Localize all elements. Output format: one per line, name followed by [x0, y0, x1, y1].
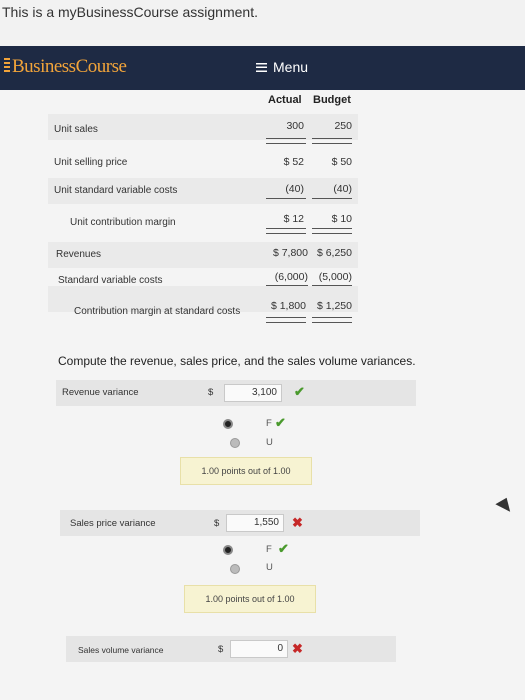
sales-volume-variance-label: Sales volume variance: [78, 645, 164, 655]
sales-volume-variance-input[interactable]: 0: [230, 640, 288, 658]
subtotal-rule: [266, 285, 308, 286]
subtotal-rule: [312, 285, 352, 286]
subtotal-rule: [266, 198, 306, 199]
col-header-budget: Budget: [313, 94, 351, 106]
actual-standard-variable-costs: (6,000): [274, 271, 308, 283]
sales-volume-variance-row: Sales volume variance $ 0 ✖: [66, 636, 396, 662]
brand-logo[interactable]: BusinessCourse: [4, 56, 127, 78]
revenue-variance-row: Revenue variance $ 3,100 ✔: [56, 380, 416, 406]
actual-unit-sales: 300: [286, 120, 304, 132]
correct-check-icon: ✔: [294, 384, 305, 399]
actual-unit-contribution-margin: $ 12: [283, 213, 304, 225]
actual-unit-standard-variable-costs: (40): [285, 183, 304, 195]
row-label-unit-standard-variable-costs: Unit standard variable costs: [54, 185, 178, 196]
price-favorable-label: F: [266, 544, 272, 555]
mouse-cursor-icon: [495, 497, 514, 517]
logo-mark-icon: [4, 58, 10, 74]
hamburger-icon: [256, 63, 267, 72]
budget-standard-variable-costs: (5,000): [318, 271, 352, 283]
revenue-variance-label: Revenue variance: [62, 387, 139, 398]
incorrect-cross-icon: ✖: [292, 515, 303, 530]
row-label-unit-selling-price: Unit selling price: [54, 157, 128, 168]
price-unfavorable-radio[interactable]: [230, 564, 240, 574]
revenue-variance-input[interactable]: 3,100: [224, 384, 282, 402]
sales-price-variance-label: Sales price variance: [70, 518, 156, 529]
total-rule: [312, 138, 352, 144]
currency-symbol: $: [218, 644, 224, 655]
total-rule: [312, 228, 352, 234]
sales-price-variance-row: Sales price variance $ 1,550 ✖: [60, 510, 420, 536]
revenue-unfavorable-label: U: [266, 437, 273, 448]
revenue-score: 1.00 points out of 1.00: [180, 457, 312, 485]
menu-label: Menu: [273, 59, 309, 75]
correct-check-icon: ✔: [278, 541, 289, 556]
total-rule: [266, 138, 306, 144]
budget-revenues: $ 6,250: [316, 247, 352, 259]
row-label-unit-sales: Unit sales: [54, 124, 98, 135]
row-label-contribution-margin-at-standard-costs: Contribution margin at standard costs: [74, 306, 241, 317]
total-rule: [312, 317, 352, 323]
price-favorable-radio[interactable]: [223, 545, 233, 555]
total-rule: [266, 317, 306, 323]
assignment-banner: This is a myBusinessCourse assignment.: [0, 0, 525, 46]
budget-unit-sales: 250: [334, 120, 352, 132]
budget-unit-standard-variable-costs: (40): [333, 183, 352, 195]
budget-unit-contribution-margin: $ 10: [331, 213, 352, 225]
incorrect-cross-icon: ✖: [292, 641, 303, 656]
top-nav: BusinessCourse Menu: [0, 46, 525, 90]
col-header-actual: Actual: [268, 94, 302, 106]
revenue-favorable-radio[interactable]: [223, 419, 233, 429]
total-rule: [266, 228, 306, 234]
logo-text: BusinessCourse: [12, 56, 127, 77]
revenue-unfavorable-radio[interactable]: [230, 438, 240, 448]
question-text: Compute the revenue, sales price, and th…: [58, 354, 416, 368]
currency-symbol: $: [214, 518, 220, 529]
budget-contribution-margin-at-standard-costs: $ 1,250: [316, 300, 352, 312]
price-score: 1.00 points out of 1.00: [184, 585, 316, 613]
actual-unit-selling-price: $ 52: [283, 156, 304, 168]
row-label-standard-variable-costs: Standard variable costs: [58, 275, 163, 286]
currency-symbol: $: [208, 387, 214, 398]
banner-text: This is a myBusinessCourse assignment.: [2, 4, 258, 20]
revenue-favorable-label: F: [266, 418, 272, 429]
row-label-unit-contribution-margin: Unit contribution margin: [70, 217, 176, 228]
row-label-revenues: Revenues: [56, 249, 102, 260]
actual-contribution-margin-at-standard-costs: $ 1,800: [270, 300, 306, 312]
actual-revenues: $ 7,800: [272, 247, 308, 259]
menu-button[interactable]: Menu: [256, 59, 308, 75]
price-unfavorable-label: U: [266, 562, 273, 573]
budget-unit-selling-price: $ 50: [331, 156, 352, 168]
sales-price-variance-input[interactable]: 1,550: [226, 514, 284, 532]
correct-check-icon: ✔: [275, 415, 286, 430]
subtotal-rule: [312, 198, 352, 199]
assignment-content: Actual Budget Unit sales 300 250 Unit se…: [0, 90, 525, 700]
